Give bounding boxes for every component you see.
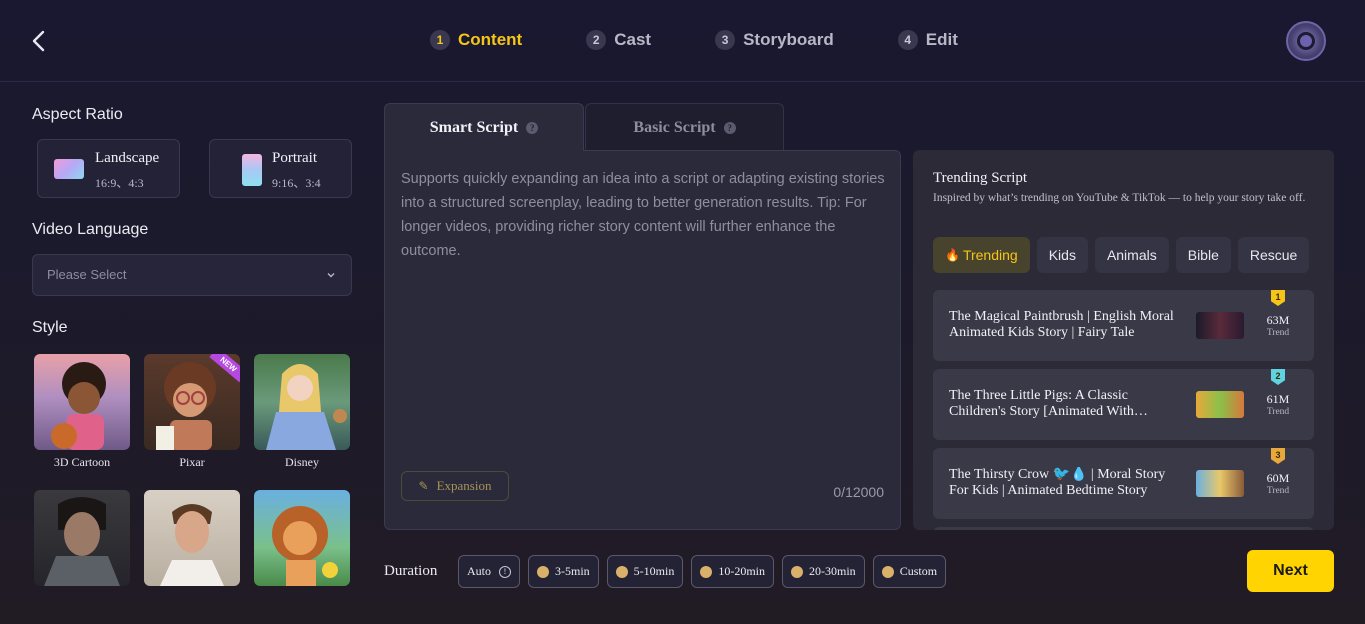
aspect-portrait-card[interactable]: Portrait 9:16、3:4 — [209, 139, 352, 198]
coin-icon — [791, 565, 804, 578]
step-content[interactable]: 1 Content — [430, 30, 522, 50]
step-edit[interactable]: 4 Edit — [897, 30, 958, 50]
video-thumbnail — [1196, 312, 1244, 339]
duration-options: Auto! 3-5min 5-10min 10-20min 20-30min C… — [458, 555, 947, 588]
duration-20-30min[interactable]: 20-30min — [782, 555, 865, 588]
portrait-ratios: 9:16、3:4 — [272, 176, 321, 190]
rank-badge: 3 — [1271, 448, 1285, 464]
coin-icon — [700, 565, 713, 578]
duration-auto[interactable]: Auto! — [458, 555, 520, 588]
video-language-title: Video Language — [32, 221, 149, 238]
landscape-label: Landscape — [95, 150, 160, 166]
landscape-icon — [54, 159, 84, 179]
trending-item[interactable]: The Thirsty Crow 🐦💧 | Moral Story For Ki… — [933, 448, 1314, 519]
coin-icon — [615, 565, 628, 578]
chip-kids[interactable]: Kids — [1036, 237, 1088, 273]
step-navigation: 1 Content 2 Cast 3 Storyboard 4 Edit — [430, 30, 1022, 50]
portrait-icon — [242, 154, 262, 186]
trending-title: Trending Script — [933, 170, 1028, 186]
tab-smart-script[interactable]: Smart Script? — [384, 103, 584, 151]
style-realistic-portrait[interactable] — [144, 490, 240, 591]
step-cast[interactable]: 2 Cast — [586, 30, 651, 50]
tab-basic-script[interactable]: Basic Script? — [585, 103, 784, 151]
help-icon[interactable]: ? — [526, 121, 539, 134]
chip-bible[interactable]: Bible — [1175, 237, 1231, 273]
avatar-logo-icon — [1293, 28, 1319, 54]
script-editor: ✎Expansion 0/12000 — [384, 150, 901, 530]
duration-10-20min[interactable]: 10-20min — [691, 555, 775, 588]
trending-item[interactable] — [933, 527, 1314, 530]
chevron-down-icon — [327, 273, 335, 278]
aspect-landscape-card[interactable]: Landscape 16:9、4:3 — [37, 139, 180, 198]
next-button[interactable]: Next — [1247, 550, 1334, 592]
style-disney[interactable]: Disney — [254, 354, 350, 470]
style-realistic-warrior[interactable] — [34, 490, 130, 591]
style-title: Style — [32, 319, 68, 336]
trending-script-panel: Trending Script Inspired by what’s trend… — [913, 150, 1334, 530]
chip-rescue[interactable]: Rescue — [1237, 237, 1310, 273]
magic-pen-icon: ✎ — [418, 478, 429, 493]
expansion-button[interactable]: ✎ Expansion — [401, 471, 509, 501]
duration-5-10min[interactable]: 5-10min — [606, 555, 684, 588]
duration-label: Duration — [384, 563, 438, 579]
top-bar: 1 Content 2 Cast 3 Storyboard 4 Edit — [0, 0, 1365, 82]
trending-subtitle: Inspired by what’s trending on YouTube &… — [933, 192, 1306, 204]
landscape-ratios: 16:9、4:3 — [95, 176, 144, 190]
duration-custom[interactable]: Custom — [872, 555, 947, 588]
portrait-label: Portrait — [272, 150, 317, 166]
style-3d-cartoon[interactable]: 3D Cartoon — [34, 354, 130, 470]
script-input[interactable] — [401, 167, 885, 467]
coin-icon — [881, 565, 894, 578]
style-cartoon-lion[interactable] — [254, 490, 350, 591]
category-chips: 🔥 Trending Kids Animals Bible Rescue — [933, 237, 1310, 273]
info-icon: ! — [499, 565, 511, 578]
avatar[interactable] — [1286, 21, 1326, 61]
rank-badge: 1 — [1271, 290, 1285, 306]
coin-icon — [537, 565, 549, 578]
trending-item[interactable]: The Three Little Pigs: A Classic Childre… — [933, 369, 1314, 440]
chip-animals[interactable]: Animals — [1094, 237, 1169, 273]
aspect-ratio-title: Aspect Ratio — [32, 106, 123, 123]
character-counter: 0/12000 — [833, 484, 884, 500]
video-thumbnail — [1196, 391, 1244, 418]
step-storyboard[interactable]: 3 Storyboard — [715, 30, 834, 50]
back-arrow-icon[interactable] — [28, 28, 50, 54]
duration-3-5min[interactable]: 3-5min — [528, 555, 599, 588]
video-thumbnail — [1196, 470, 1244, 497]
chip-trending[interactable]: 🔥 Trending — [933, 237, 1030, 273]
help-icon[interactable]: ? — [723, 121, 736, 134]
style-pixar[interactable]: NEW Pixar — [144, 354, 240, 470]
rank-badge: 2 — [1271, 369, 1285, 385]
trending-item[interactable]: The Magical Paintbrush | English Moral A… — [933, 290, 1314, 361]
video-language-select[interactable]: Please Select — [32, 254, 352, 296]
fire-icon: 🔥 — [945, 248, 960, 262]
